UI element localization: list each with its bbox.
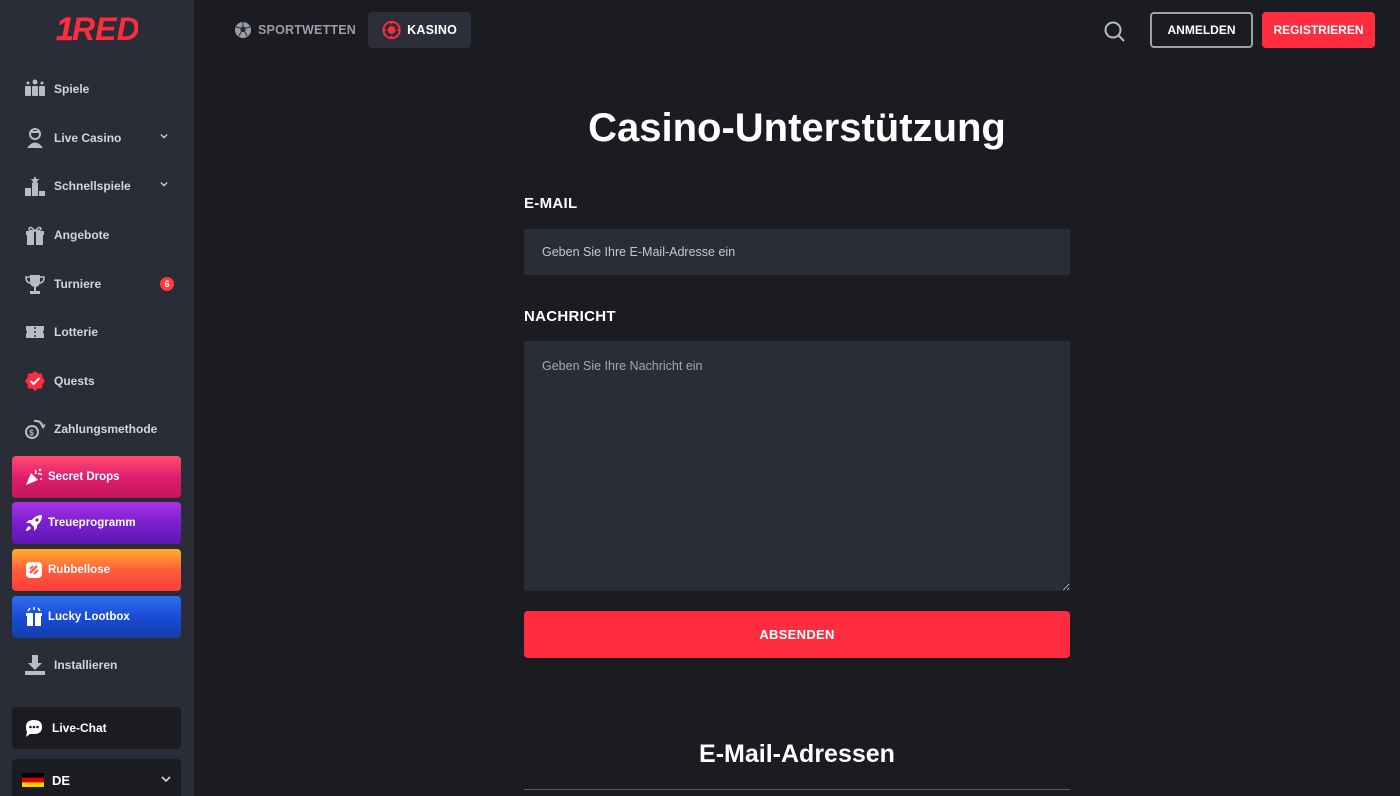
sidebar-item-schnellspiele[interactable]: Schnellspiele xyxy=(12,166,182,206)
tab-label: SPORTWETTEN xyxy=(258,23,357,37)
podium-icon xyxy=(24,175,46,197)
message-label: NACHRICHT xyxy=(524,308,616,325)
tab-sportwetten[interactable]: SPORTWETTEN xyxy=(220,12,370,48)
register-button[interactable]: REGISTRIEREN xyxy=(1262,12,1375,48)
rocket-icon xyxy=(24,513,44,533)
brand-logo[interactable]: 1 RED xyxy=(56,12,138,44)
sidebar-item-label: Angebote xyxy=(54,228,110,242)
party-popper-icon xyxy=(24,467,44,487)
gift-icon xyxy=(24,224,46,246)
sidebar-item-installieren[interactable]: Installieren xyxy=(12,645,182,685)
sidebar-item-label: Spiele xyxy=(54,82,90,96)
chat-bubble-icon xyxy=(26,720,42,737)
email-label: E-MAIL xyxy=(524,195,578,212)
promo-label: Rubbellose xyxy=(48,564,110,576)
promo-treueprogramm[interactable]: Treueprogramm xyxy=(12,502,181,544)
sidebar-item-live-casino[interactable]: Live Casino xyxy=(12,118,182,158)
svg-text:RED: RED xyxy=(72,12,138,44)
email-field[interactable] xyxy=(524,229,1070,275)
tab-kasino[interactable]: KASINO xyxy=(368,12,471,48)
germany-flag-icon xyxy=(22,773,44,787)
dealer-icon xyxy=(24,127,46,149)
submit-button[interactable]: ABSENDEN xyxy=(524,611,1070,658)
sidebar-item-label: Live Casino xyxy=(54,131,122,145)
live-chat-button[interactable]: Live-Chat xyxy=(12,707,181,749)
sidebar: 1 RED Spiele Live Casino Schnellspiele A… xyxy=(0,0,194,796)
sidebar-item-label: Turniere xyxy=(54,277,102,291)
sidebar-item-label: Quests xyxy=(54,374,95,388)
tab-label: KASINO xyxy=(407,23,457,37)
sidebar-item-zahlungsmethode[interactable]: $ Zahlungsmethode xyxy=(12,409,182,449)
sidebar-item-quests[interactable]: Quests xyxy=(12,361,182,401)
payment-coins-icon: $ xyxy=(24,418,46,440)
scratch-card-icon xyxy=(24,560,44,580)
sidebar-item-label: Zahlungsmethode xyxy=(54,422,158,436)
section-title: E-Mail-Adressen xyxy=(699,740,895,768)
promo-label: Treueprogramm xyxy=(48,517,136,529)
chevron-down-icon xyxy=(160,133,168,139)
sidebar-item-label: Installieren xyxy=(54,658,118,672)
search-icon[interactable] xyxy=(1103,20,1127,44)
svg-text:$: $ xyxy=(29,429,34,438)
trophy-icon xyxy=(24,273,46,295)
promo-rubbellose[interactable]: Rubbellose xyxy=(12,549,181,591)
soccer-ball-icon xyxy=(235,22,251,38)
quest-badge-icon xyxy=(24,370,46,392)
language-selector[interactable]: DE xyxy=(12,759,181,796)
lootbox-icon xyxy=(24,607,44,627)
chevron-down-icon xyxy=(160,181,168,187)
sidebar-item-spiele[interactable]: Spiele xyxy=(12,69,182,109)
notification-badge: 6 xyxy=(160,277,174,291)
language-label: DE xyxy=(52,772,71,788)
promo-label: Lucky Lootbox xyxy=(48,611,130,623)
promo-secret-drops[interactable]: Secret Drops xyxy=(12,456,181,498)
sidebar-item-turniere[interactable]: Turniere 6 xyxy=(12,264,182,304)
sidebar-item-angebote[interactable]: Angebote xyxy=(12,215,182,255)
ticket-icon xyxy=(24,321,46,343)
slot-machine-icon xyxy=(24,78,46,100)
promo-label: Secret Drops xyxy=(48,471,120,483)
page-title: Casino-Unterstützung xyxy=(588,106,1006,150)
promo-lucky-lootbox[interactable]: Lucky Lootbox xyxy=(12,596,181,638)
message-field[interactable] xyxy=(524,341,1070,591)
live-chat-label: Live-Chat xyxy=(52,721,107,735)
divider xyxy=(524,789,1070,790)
sidebar-item-label: Lotterie xyxy=(54,325,99,339)
sidebar-item-lotterie[interactable]: Lotterie xyxy=(12,312,182,352)
casino-chip-icon xyxy=(382,20,401,40)
login-button[interactable]: ANMELDEN xyxy=(1150,12,1253,48)
chevron-down-icon xyxy=(161,776,171,782)
sidebar-item-label: Schnellspiele xyxy=(54,179,131,193)
download-icon xyxy=(24,654,46,676)
